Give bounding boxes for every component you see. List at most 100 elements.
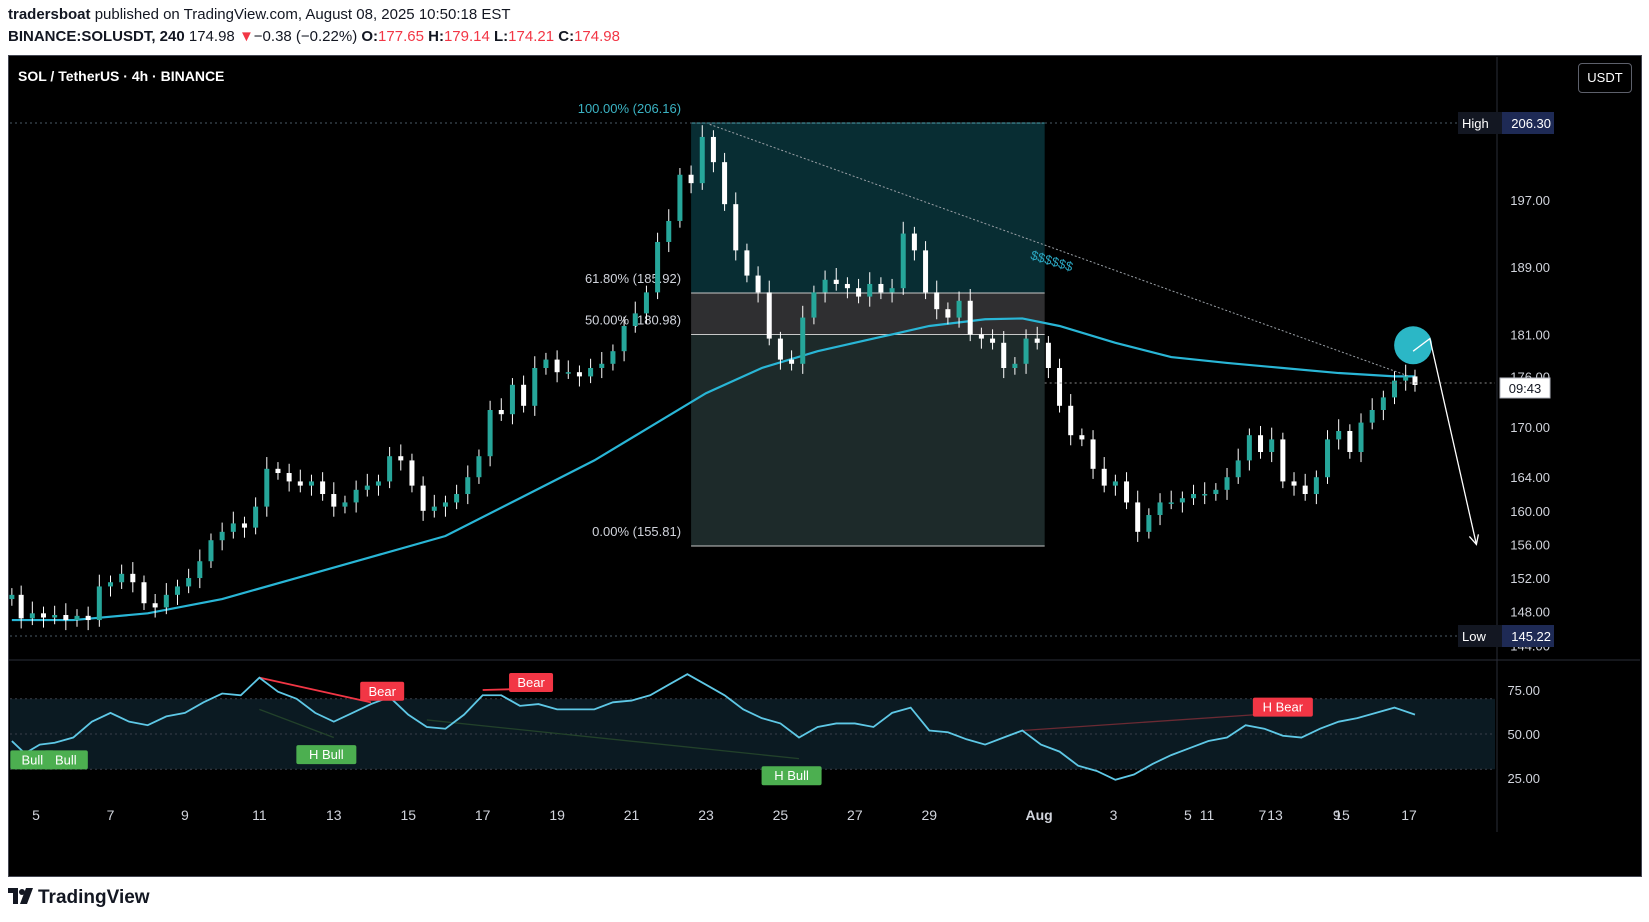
candle-body [9, 594, 15, 600]
candle-body [521, 384, 527, 406]
candle-body [610, 351, 616, 364]
candle-body [677, 174, 683, 221]
candle-body [945, 309, 951, 318]
time-tick-label: 3 [1110, 807, 1118, 823]
candle-body [1146, 515, 1152, 532]
candle-body [119, 573, 125, 583]
candle-body [353, 489, 359, 503]
candle-body [666, 220, 672, 242]
time-tick-label: 11 [252, 807, 267, 823]
candle-body [342, 502, 348, 507]
low-tag-label: Low [1462, 629, 1486, 644]
candle-body [107, 582, 113, 587]
time-tick-label: 13 [1267, 807, 1283, 823]
candle-body [543, 359, 549, 368]
candle-body [387, 456, 393, 482]
candle-body [308, 481, 314, 486]
candle-body [1023, 338, 1029, 364]
time-tick-label: 15 [1334, 807, 1350, 823]
candle-body [1045, 342, 1051, 368]
time-tick-label: Aug [1025, 807, 1052, 823]
candle-body [990, 338, 996, 343]
candle-body [1224, 477, 1230, 490]
candle-body [1079, 435, 1085, 440]
candle-body [1313, 477, 1319, 495]
candle-body [398, 456, 404, 461]
currency-button[interactable]: USDT [1578, 63, 1632, 93]
countdown-label: 09:43 [1509, 381, 1542, 396]
candle-body [1403, 376, 1409, 381]
highlight-circle [1394, 326, 1433, 365]
chart-svg[interactable]: 100.00% (206.16) 61.80% (185.92) 5 0.00% (1… [0, 0, 1649, 922]
projection-line [1412, 337, 1478, 545]
price-tick-label: 181.00 [1510, 327, 1550, 342]
candle-body [476, 456, 482, 478]
candle-body [1157, 502, 1163, 516]
time-tick-label: 17 [1401, 807, 1417, 823]
price-tick-label: 197.00 [1510, 193, 1550, 208]
candle-body [1280, 439, 1286, 482]
signal-label: Bull [55, 752, 77, 767]
time-tick-label: 5 [32, 807, 40, 823]
tradingview-logo-icon [8, 887, 34, 909]
candle-body [241, 523, 247, 528]
candle-body [1358, 422, 1364, 453]
candle-body [253, 506, 259, 528]
candle-body [923, 250, 929, 293]
candle-body [777, 338, 783, 360]
candle-body [576, 372, 582, 377]
candle-body [978, 334, 984, 339]
candle-body [655, 241, 661, 293]
candle-body [1380, 397, 1386, 411]
candle-body [442, 502, 448, 507]
fib-level-label: 61.80% (185.92) [585, 271, 681, 286]
signal-label: Bear [517, 675, 545, 690]
candle-body [1369, 410, 1375, 423]
candle-body [1235, 460, 1241, 478]
candle-body [1246, 435, 1252, 461]
footer-brand-text: TradingView [38, 887, 150, 908]
candle-body [509, 384, 515, 415]
candle-body [1179, 498, 1185, 503]
candle-body [275, 468, 281, 474]
candle-body [1302, 485, 1308, 495]
candle-body [264, 468, 270, 507]
candle-body [320, 481, 326, 495]
candle-body [844, 283, 850, 289]
time-tick-label: 11 [1200, 807, 1215, 823]
candle-body [163, 594, 169, 608]
candle-body [956, 300, 962, 318]
candle-body [130, 573, 136, 583]
rsi-pane: 75.00 50.00 25.00 Bull Bull H Bull H Bull Bear B… [10, 672, 1540, 786]
candle-body [454, 494, 460, 503]
footer-brand[interactable]: TradingView [8, 887, 150, 909]
time-tick-label: 7 [1258, 807, 1266, 823]
candle-body [1012, 363, 1018, 368]
time-tick-label: 9 [181, 807, 189, 823]
signal-label: Bear [368, 684, 396, 699]
time-tick-label: 19 [549, 807, 565, 823]
candle-body [911, 233, 917, 251]
time-tick-label: 29 [921, 807, 937, 823]
candle-body [733, 204, 739, 251]
time-tick-label: 27 [847, 807, 863, 823]
candle-body [29, 613, 35, 619]
candle-body [1101, 468, 1107, 486]
candle-body [699, 136, 705, 184]
candle-body [375, 481, 381, 486]
candle-body [1135, 502, 1141, 532]
time-tick-label: 13 [326, 807, 342, 823]
time-tick-label: 23 [698, 807, 714, 823]
candle-body [878, 283, 884, 293]
time-tick-label: 7 [107, 807, 115, 823]
candle-body [632, 313, 638, 326]
candle-body [186, 578, 192, 587]
signal-label: H Bull [774, 768, 809, 783]
candle-body [297, 481, 303, 486]
candle-body [867, 283, 873, 297]
candle-body [174, 586, 180, 595]
candle-body [1258, 435, 1264, 453]
candle-body [688, 174, 694, 184]
time-axis: 5 7 9 11 13 15 17 19 21 23 25 27 29 Aug 3 5 7 911 13 15 17 [32, 807, 1417, 823]
candle-body [331, 494, 337, 507]
